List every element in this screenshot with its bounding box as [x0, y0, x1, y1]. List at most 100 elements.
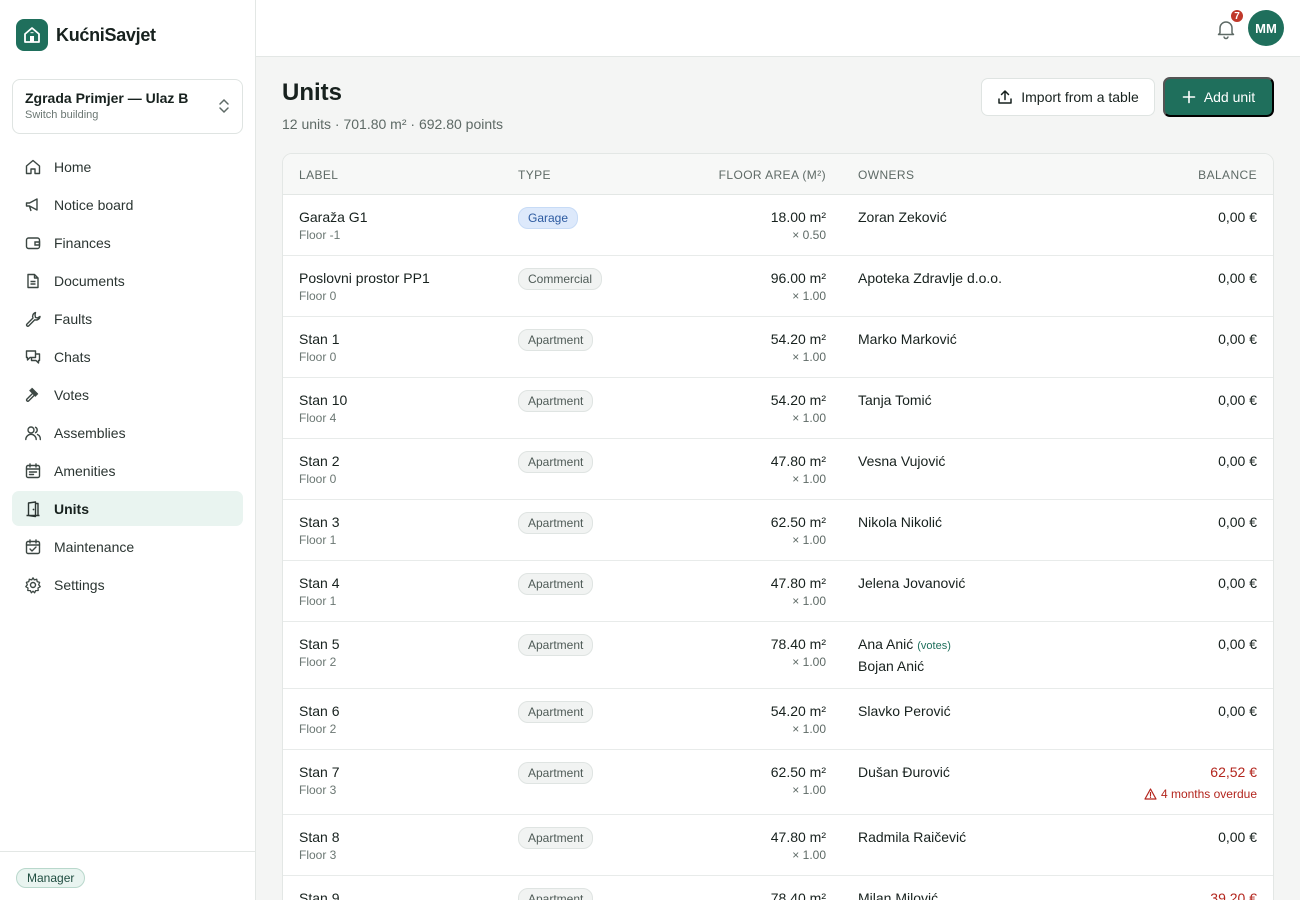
owner-name-text: Zoran Zeković: [858, 209, 947, 225]
table-row[interactable]: Stan 1 Floor 0 Apartment 54.20 m² × 1.00 Mark…: [283, 317, 1273, 378]
table-body: Garaža G1 Floor -1 Garage 18.00 m² × 0.50 Zor…: [283, 195, 1273, 900]
add-unit-button[interactable]: Add unit: [1163, 77, 1274, 117]
user-avatar[interactable]: MM: [1248, 10, 1284, 46]
calendar-check-icon: [25, 538, 41, 554]
table-row[interactable]: Poslovni prostor PP1 Floor 0 Commercial 96.…: [283, 256, 1273, 317]
nav-item-notice-board[interactable]: Notice board: [12, 187, 243, 222]
nav-item-faults[interactable]: Faults: [12, 301, 243, 336]
import-from-table-button[interactable]: Import from a table: [981, 78, 1155, 116]
nav-item-units[interactable]: Units: [12, 491, 243, 526]
building-name: Zgrada Primjer — Ulaz B: [25, 90, 189, 106]
nav-label: Home: [54, 158, 92, 175]
table-row[interactable]: Stan 10 Floor 4 Apartment 54.20 m² × 1.00 Tan…: [283, 378, 1273, 439]
unit-balance: 0,00 €: [1218, 270, 1257, 286]
table-row[interactable]: Stan 4 Floor 1 Apartment 47.80 m² × 1.00 Jele…: [283, 561, 1273, 622]
unit-floor: Floor 1: [299, 533, 337, 547]
nav-label: Assemblies: [54, 424, 126, 441]
owner-name: Vesna Vujović: [858, 453, 945, 469]
unit-coefficient: × 1.00: [792, 783, 826, 797]
unit-type-badge: Apartment: [518, 762, 594, 784]
unit-floor: Floor 0: [299, 289, 337, 303]
col-header-owners[interactable]: OWNERS: [858, 168, 914, 182]
voting-owner-tag: (votes): [917, 640, 951, 652]
owner-name: Slavko Perović: [858, 703, 951, 719]
unit-floor: Floor 2: [299, 655, 337, 669]
owner-name-text: Slavko Perović: [858, 703, 951, 719]
nav-item-home[interactable]: Home: [12, 149, 243, 184]
table-row[interactable]: Stan 8 Floor 3 Apartment 47.80 m² × 1.00 Radm…: [283, 815, 1273, 876]
nav-item-amenities[interactable]: Amenities: [12, 453, 243, 488]
unit-floor-area: 54.20 m²: [770, 392, 826, 408]
unit-coefficient: × 1.00: [792, 289, 826, 303]
table-row[interactable]: Stan 3 Floor 1 Apartment 62.50 m² × 1.00 Niko…: [283, 500, 1273, 561]
notification-count-badge: 7: [1229, 8, 1245, 24]
wrench-icon: [25, 311, 41, 327]
app-name: KućniSavjet: [56, 24, 156, 45]
door-icon: [26, 500, 40, 517]
unit-floor-area: 78.40 m²: [770, 890, 826, 900]
building-switcher[interactable]: Zgrada Primjer — Ulaz B Switch building: [12, 79, 243, 134]
owner-name: Nikola Nikolić: [858, 514, 942, 530]
unit-type-badge: Apartment: [518, 451, 594, 473]
owner-name-text: Nikola Nikolić: [858, 514, 943, 530]
unit-coefficient: × 1.00: [792, 350, 826, 364]
owner-name-text: Vesna Vujović: [858, 453, 946, 469]
unit-type-badge: Apartment: [518, 329, 594, 351]
house-logo-icon: [16, 19, 48, 51]
owner-name: Apoteka Zdravlje d.o.o.: [858, 270, 1002, 286]
unit-coefficient: × 1.00: [792, 411, 826, 425]
owner-name: Marko Marković: [858, 331, 957, 347]
unit-floor: Floor 4: [299, 411, 337, 425]
gavel-icon: [25, 387, 39, 402]
nav-item-documents[interactable]: Documents: [12, 263, 243, 298]
table-row[interactable]: Stan 9Floor 4Apartment78.40 m²× 1.00Mila…: [283, 876, 1273, 900]
col-header-balance[interactable]: BALANCE: [1198, 168, 1257, 182]
import-label: Import from a table: [1021, 89, 1139, 105]
nav-label: Amenities: [54, 462, 116, 479]
unit-floor: Floor 3: [299, 783, 337, 797]
unit-balance: 0,00 €: [1218, 514, 1257, 530]
table-row[interactable]: Stan 7 Floor 3 Apartment 62.50 m² × 1.00 Duša…: [283, 750, 1273, 815]
col-header-type[interactable]: TYPE: [518, 168, 551, 182]
owner-name: Dušan Đurović: [858, 764, 950, 780]
page-summary: 12 units · 701.80 m² · 692.80 points: [282, 116, 504, 132]
table-row[interactable]: Stan 2 Floor 0 Apartment 47.80 m² × 1.00 Vesn…: [283, 439, 1273, 500]
brand[interactable]: KućniSavjet: [16, 19, 156, 51]
owner-name-text: Tanja Tomić: [858, 392, 932, 408]
unit-coefficient: × 1.00: [792, 722, 826, 736]
unit-coefficient: × 1.00: [792, 533, 826, 547]
add-unit-label: Add unit: [1203, 89, 1256, 105]
owner-name: Jelena Jovanović: [858, 575, 965, 591]
overdue-text: 4 months overdue: [1160, 787, 1257, 801]
unit-floor: Floor 1: [299, 594, 337, 608]
nav-item-finances[interactable]: Finances: [12, 225, 243, 260]
unit-type-badge: Apartment: [518, 573, 594, 595]
unit-balance: 0,00 €: [1218, 453, 1257, 469]
units-table: LABEL TYPE FLOOR AREA (M²) OWNERS BALANC…: [282, 153, 1274, 900]
nav-item-assemblies[interactable]: Assemblies: [12, 415, 243, 450]
owner-name-text: Ana Anić: [858, 636, 914, 652]
sidebar-footer: Manager: [0, 851, 255, 900]
unit-label: Stan 9: [299, 890, 340, 900]
unit-label: Stan 5: [299, 636, 340, 652]
unit-label: Garaža G1: [299, 209, 368, 225]
building-switch-hint: Switch building: [25, 109, 99, 121]
unit-label: Stan 10: [299, 392, 348, 408]
nav-label: Finances: [54, 234, 111, 251]
chat-icon: [25, 349, 41, 364]
col-header-label[interactable]: LABEL: [299, 168, 338, 182]
home-icon: [25, 159, 41, 174]
nav-item-chats[interactable]: Chats: [12, 339, 243, 374]
table-row[interactable]: Stan 5 Floor 2 Apartment 78.40 m² × 1.00 Ana …: [283, 622, 1273, 689]
col-header-area[interactable]: FLOOR AREA (M²): [719, 168, 826, 182]
unit-balance: 0,00 €: [1218, 209, 1257, 225]
unit-label: Stan 4: [299, 575, 340, 591]
nav-label: Votes: [54, 386, 90, 403]
nav-item-maintenance[interactable]: Maintenance: [12, 529, 243, 564]
unit-floor-area: 62.50 m²: [770, 514, 826, 530]
nav-item-settings[interactable]: Settings: [12, 567, 243, 602]
nav-item-votes[interactable]: Votes: [12, 377, 243, 412]
owner-name: Zoran Zeković: [858, 209, 947, 225]
table-row[interactable]: Stan 6 Floor 2 Apartment 54.20 m² × 1.00 Slav…: [283, 689, 1273, 750]
table-row[interactable]: Garaža G1 Floor -1 Garage 18.00 m² × 0.50 Zor…: [283, 195, 1273, 256]
